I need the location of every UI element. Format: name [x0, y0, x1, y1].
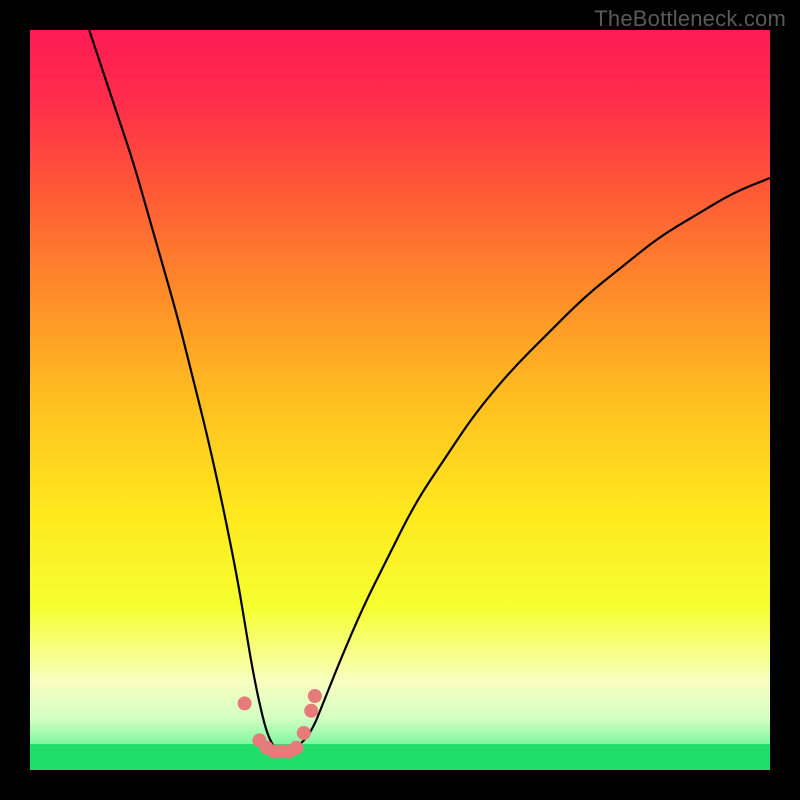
gradient-background [30, 30, 770, 770]
curve-marker [238, 696, 252, 710]
watermark-text: TheBottleneck.com [594, 6, 786, 32]
curve-marker [308, 689, 322, 703]
green-band [30, 744, 770, 770]
curve-marker [289, 741, 303, 755]
curve-marker [304, 704, 318, 718]
plot-area [30, 30, 770, 770]
chart-container: TheBottleneck.com [0, 0, 800, 800]
curve-marker [297, 726, 311, 740]
chart-svg [30, 30, 770, 770]
